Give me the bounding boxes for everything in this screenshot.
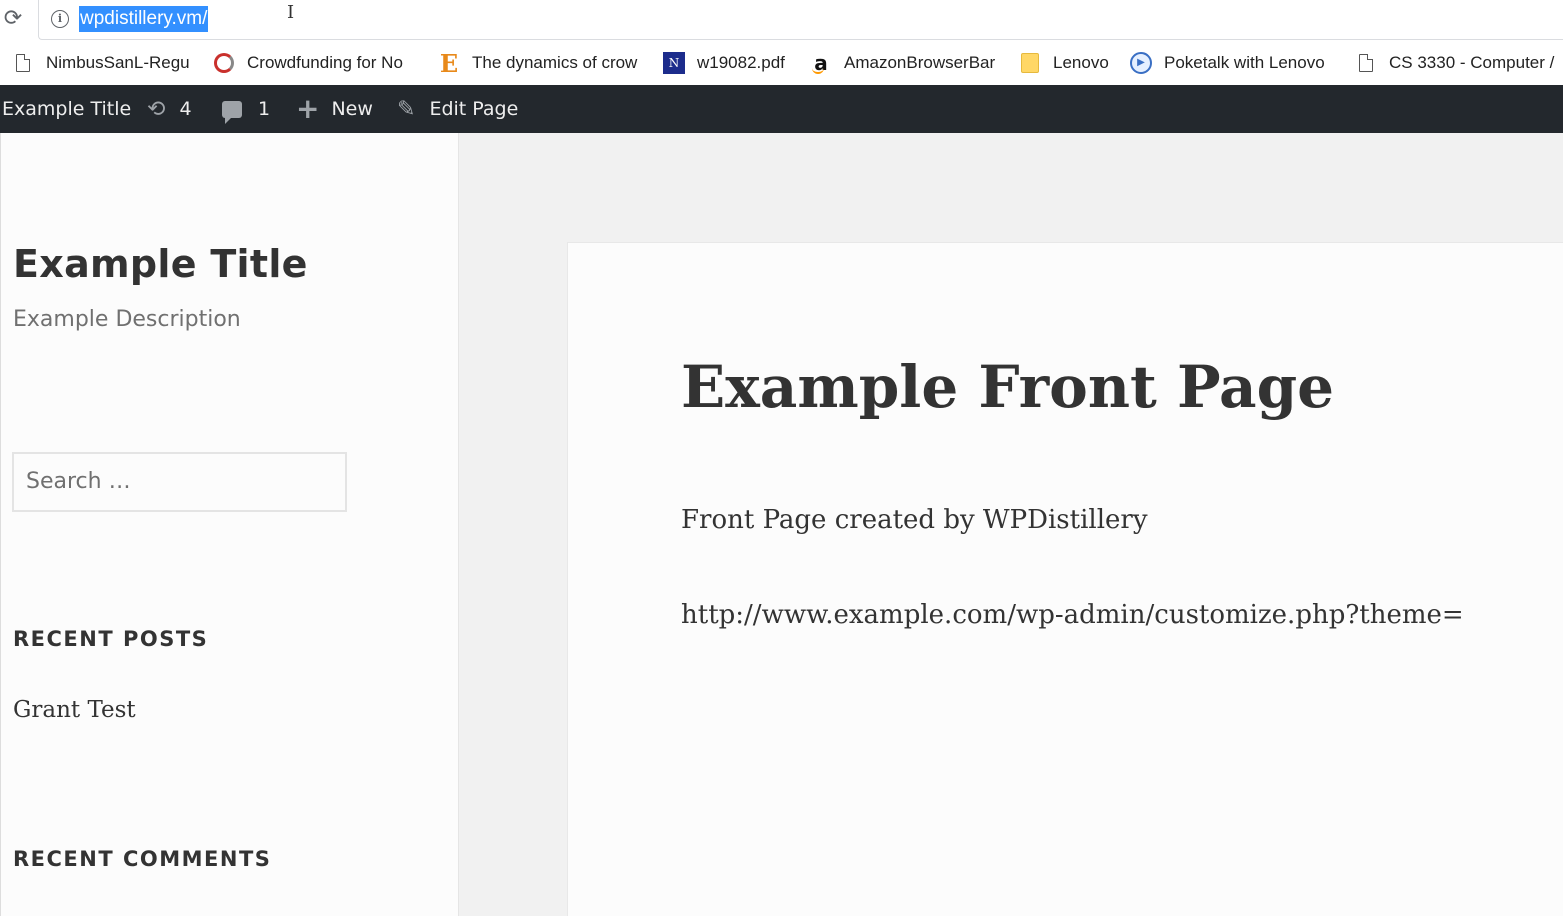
recent-comments-heading: RECENT COMMENTS <box>13 847 272 871</box>
sidebar: Example Title Example Description Search… <box>0 133 459 916</box>
new-label: New <box>331 98 373 120</box>
document-icon <box>12 52 34 74</box>
site-description: Example Description <box>13 307 241 332</box>
document-icon <box>1355 52 1377 74</box>
bookmarks-bar: NimbusSanL-Regu Crowdfunding for No E Th… <box>0 41 1563 85</box>
bookmark-dynamics[interactable]: E The dynamics of crow <box>438 41 644 85</box>
updates-count: 4 <box>179 98 192 120</box>
bookmark-nimbussans[interactable]: NimbusSanL-Regu <box>12 41 190 85</box>
reload-icon[interactable]: ⟳ <box>0 6 26 32</box>
updates-icon: ⟲ <box>147 96 166 122</box>
pencil-icon: ✎ <box>397 96 416 122</box>
comment-icon <box>222 100 242 124</box>
content-paragraph: Front Page created by WPDistillery <box>681 505 1148 535</box>
bookmark-label: NimbusSanL-Regu <box>46 53 190 72</box>
site-info-icon[interactable]: i <box>51 10 69 28</box>
address-bar-row: ⟳ i wpdistillery.vm/ I <box>0 0 1563 40</box>
content-paragraph: http://www.example.com/wp-admin/customiz… <box>681 600 1464 630</box>
site-title[interactable]: Example Title <box>13 242 308 286</box>
bookmark-label: w19082.pdf <box>697 53 785 72</box>
page: Example Title Example Description Search… <box>0 133 1563 916</box>
admin-bar-edit-page[interactable]: ✎ Edit Page <box>397 85 518 133</box>
admin-bar-updates[interactable]: ⟲ 4 <box>147 85 192 133</box>
folder-icon <box>1019 52 1041 74</box>
admin-bar-comments[interactable]: 1 <box>222 85 270 133</box>
bookmark-cs3330[interactable]: CS 3330 - Computer / <box>1355 41 1563 85</box>
admin-bar-site-name[interactable]: Example Title <box>2 85 131 133</box>
play-icon: ▶ <box>1130 52 1152 74</box>
text-cursor-icon: I <box>287 2 295 23</box>
bookmark-label: Crowdfunding for No <box>247 53 403 72</box>
bookmark-amazon[interactable]: a AmazonBrowserBar <box>810 41 995 85</box>
admin-bar-new[interactable]: + New <box>296 85 373 133</box>
bookmark-lenovo[interactable]: Lenovo <box>1019 41 1109 85</box>
bookmark-poketalk[interactable]: ▶ Poketalk with Lenovo <box>1130 41 1325 85</box>
omnibox[interactable]: i wpdistillery.vm/ I <box>38 0 1563 40</box>
bookmark-w19082[interactable]: N w19082.pdf <box>663 41 785 85</box>
wp-admin-bar: Example Title ⟲ 4 1 + New ✎ Edit Page <box>0 85 1563 133</box>
recent-posts-heading: RECENT POSTS <box>13 627 209 651</box>
e-letter-icon: E <box>439 48 459 78</box>
edit-page-label: Edit Page <box>429 98 519 120</box>
url-input[interactable]: wpdistillery.vm/ <box>79 6 209 32</box>
bookmark-label: The dynamics of crow <box>472 53 638 72</box>
bookmark-label: CS 3330 - Computer / <box>1389 53 1555 72</box>
site-name-label: Example Title <box>2 98 132 120</box>
bookmark-label: Poketalk with Lenovo <box>1164 53 1325 72</box>
bookmark-label: AmazonBrowserBar <box>844 53 996 72</box>
search-input[interactable]: Search … <box>12 452 347 512</box>
page-title: Example Front Page <box>681 353 1335 421</box>
nber-icon: N <box>663 52 685 74</box>
bookmark-label: Lenovo <box>1053 53 1109 72</box>
bookmark-crowdfunding[interactable]: Crowdfunding for No <box>213 41 417 85</box>
main-content: Example Front Page Front Page created by… <box>567 242 1563 916</box>
amazon-icon: a <box>810 51 832 75</box>
crowdfunding-icon <box>213 52 235 74</box>
recent-post-link[interactable]: Grant Test <box>13 697 136 723</box>
plus-icon: + <box>296 92 320 125</box>
comments-count: 1 <box>258 98 271 120</box>
